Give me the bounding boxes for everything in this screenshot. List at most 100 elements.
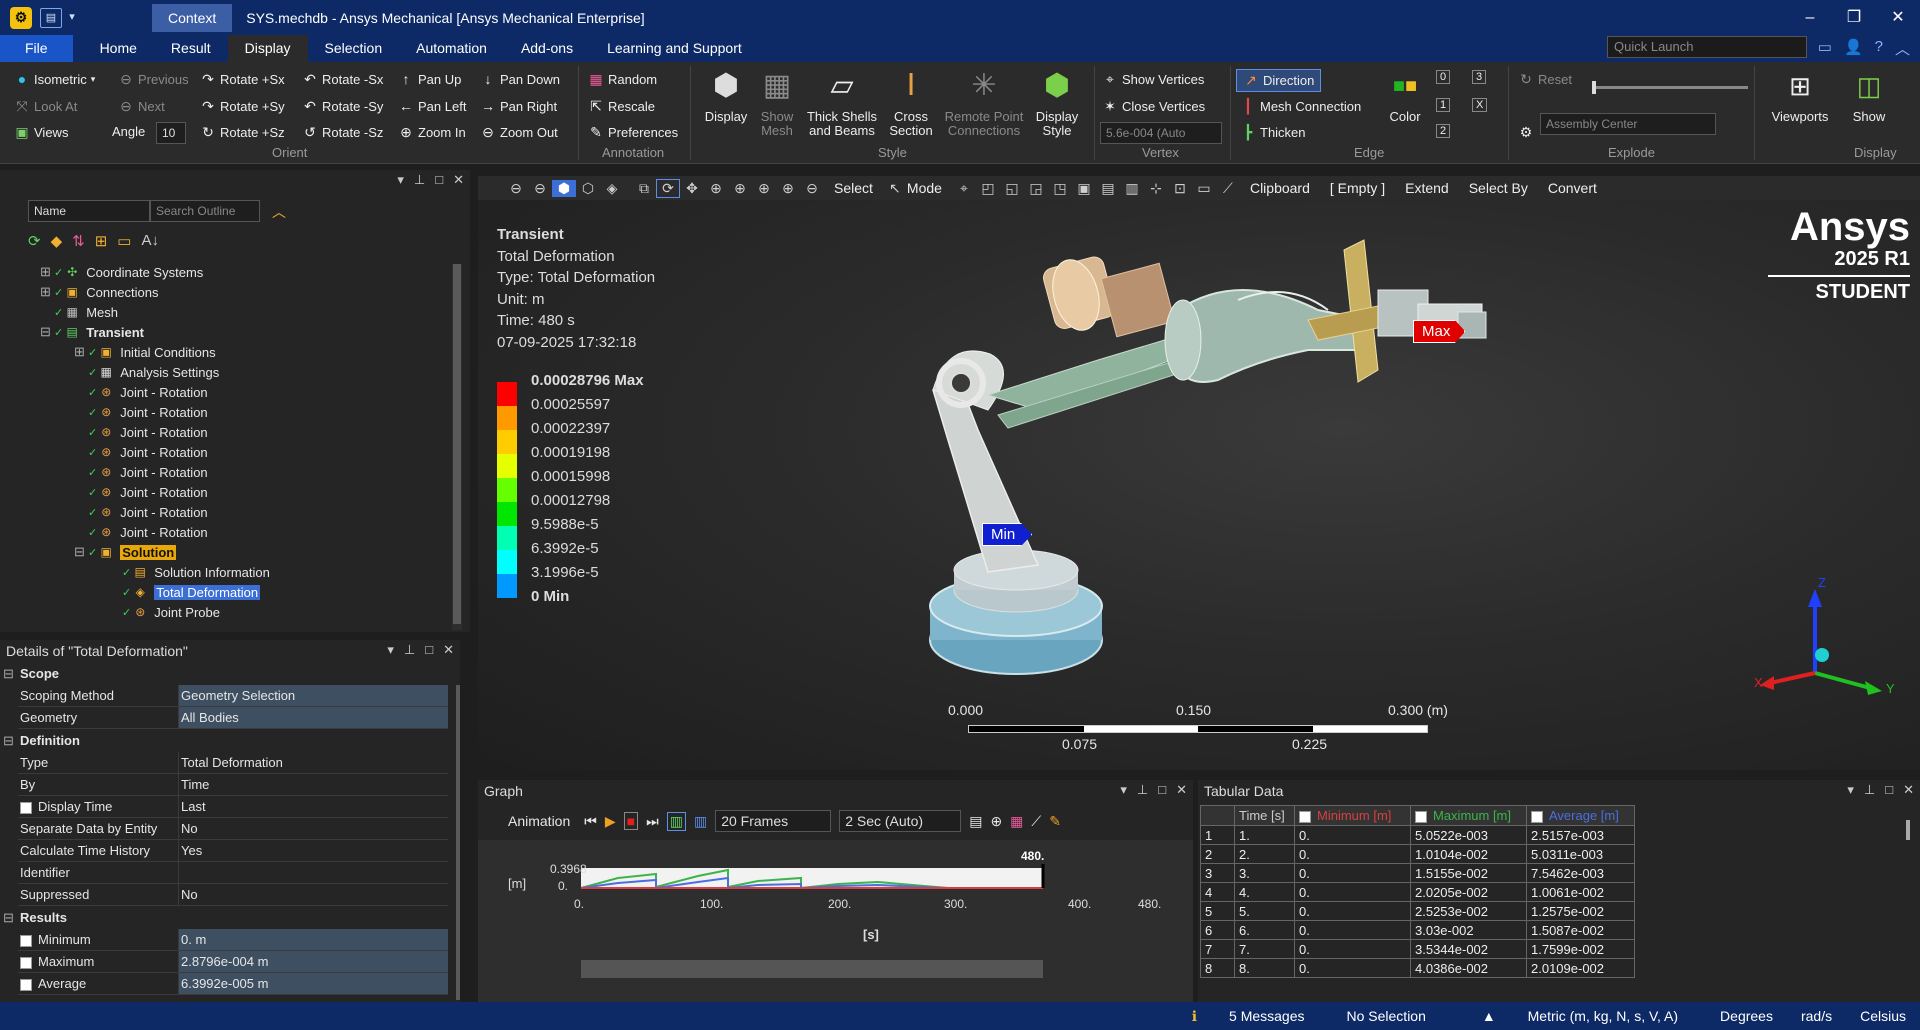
results-section[interactable]: Results — [0, 907, 450, 929]
angle-input[interactable]: 10 — [156, 122, 186, 144]
rotate-mode-icon[interactable]: ⟳ — [656, 178, 680, 198]
detail-row-display-time[interactable]: Display Time Last — [0, 796, 450, 818]
detail-row-geometry[interactable]: Geometry All Bodies — [0, 707, 450, 729]
edge-color-button[interactable]: ■ ■ Color — [1384, 66, 1426, 124]
table-row[interactable]: 2 2. 0. 1.0104e-002 5.0311e-003 — [1200, 844, 1635, 864]
next-view-button[interactable]: ⊖ Next — [118, 98, 165, 115]
speed-select[interactable]: 2 Sec (Auto) — [839, 810, 962, 832]
look-at-button[interactable]: ⤧ Look At — [14, 98, 77, 115]
scope-section[interactable]: Scope — [0, 663, 450, 685]
edge-2-button[interactable]: 2 — [1436, 124, 1451, 138]
copy-view-icon[interactable]: ⧉ — [632, 180, 656, 197]
color-bars-icon[interactable]: ▦ — [1010, 813, 1023, 830]
sort-icon[interactable]: ⇅ — [72, 232, 85, 250]
isometric-button[interactable]: ● Isometric ▾ — [14, 71, 96, 87]
viewports-button[interactable]: ⊞ Viewports — [1762, 66, 1838, 124]
tree-item-coordinate-systems[interactable]: ⊞ ✓ ✣ Coordinate Systems — [40, 262, 270, 282]
zoom-icon[interactable]: ⊕ — [704, 180, 728, 197]
tab-display[interactable]: Display — [227, 35, 308, 62]
thicken-button[interactable]: ┣ Thicken — [1240, 124, 1306, 141]
zoom-out-button[interactable]: ⊖ Zoom Out — [480, 124, 558, 141]
explode-slider[interactable] — [1592, 81, 1748, 94]
select-by-dropdown[interactable]: Select By — [1469, 180, 1528, 196]
edge-0-button[interactable]: 0 — [1436, 70, 1451, 84]
close-icon[interactable]: ✕ — [1176, 782, 1187, 798]
tab-selection[interactable]: Selection — [308, 35, 400, 62]
tree-item-joint-rotation[interactable]: ✓ ⊛ Joint - Rotation — [74, 422, 270, 442]
select-vertex-icon[interactable]: ⌖ — [952, 180, 976, 197]
clipboard-dropdown[interactable]: Clipboard — [1250, 180, 1310, 196]
pencil-icon[interactable]: ✎ — [1049, 813, 1061, 830]
select-element-icon[interactable]: ▤ — [1096, 180, 1120, 197]
direction-button[interactable]: ↗ Direction — [1236, 69, 1322, 92]
box-zoom-icon[interactable]: ⊕ — [728, 180, 752, 197]
zoom-to-fit-icon[interactable]: ⊕ — [752, 180, 776, 197]
tree-item-solution-information[interactable]: ✓ ▤ Solution Information — [108, 562, 270, 582]
table-row[interactable]: 7 7. 0. 3.5344e-002 1.7599e-002 — [1200, 939, 1635, 959]
tree-item-joint-rotation[interactable]: ✓ ⊛ Joint - Rotation — [74, 502, 270, 522]
select-node-icon[interactable]: ◳ — [1048, 180, 1072, 197]
views-button[interactable]: ▣ Views — [14, 124, 68, 141]
tab-result[interactable]: Result — [154, 35, 228, 62]
restore-button[interactable]: ❐ — [1832, 0, 1876, 35]
user-icon[interactable]: 👤 — [1844, 38, 1863, 59]
axis-triad[interactable]: Z Y X — [1750, 575, 1900, 705]
tab-file[interactable]: File — [0, 35, 73, 62]
tree-item-analysis-settings[interactable]: ✓ ▦ Analysis Settings — [74, 362, 270, 382]
random-colors-button[interactable]: ▦ Random — [588, 71, 657, 88]
thick-shells-button[interactable]: ▱ Thick Shells and Beams — [802, 66, 882, 138]
save-icon[interactable]: ▤ — [40, 7, 62, 28]
zoom-fit-icon[interactable]: ⊖ — [528, 180, 552, 197]
refresh-icon[interactable]: ⟳ — [28, 232, 41, 250]
select-face-icon[interactable]: ◱ — [1000, 180, 1024, 197]
show-mesh-button[interactable]: ▦ Show Mesh — [752, 66, 802, 138]
average-checkbox[interactable] — [20, 978, 32, 991]
detail-row-suppressed[interactable]: Suppressed No — [0, 884, 450, 906]
collapse-up-icon[interactable]: ︿ — [272, 202, 286, 222]
label-icon[interactable]: ⊡ — [1168, 180, 1192, 197]
maximize-icon[interactable]: □ — [1885, 782, 1893, 798]
extend-dropdown[interactable]: Extend — [1405, 180, 1449, 196]
tree-item-joint-rotation[interactable]: ✓ ⊛ Joint - Rotation — [74, 442, 270, 462]
select-mode-dropdown[interactable]: Mode — [907, 180, 942, 196]
maximize-icon[interactable]: □ — [1158, 782, 1166, 798]
tree-item-initial-conditions[interactable]: ⊞ ✓ ▣ Initial Conditions — [74, 342, 270, 362]
zoom-in-button[interactable]: ⊕ Zoom In — [398, 124, 466, 141]
rescale-button[interactable]: ⇱ Rescale — [588, 98, 655, 115]
tree-item-connections[interactable]: ⊞ ✓ ▣ Connections — [40, 282, 270, 302]
explode-reset-button[interactable]: ↻ Reset — [1518, 71, 1572, 88]
tree-item-mesh[interactable]: ✓ ▦ Mesh — [40, 302, 270, 322]
pan-left-button[interactable]: ← Pan Left — [398, 98, 466, 114]
table-row[interactable]: 1 1. 0. 5.0522e-003 2.5157e-003 — [1200, 825, 1635, 845]
close-icon[interactable]: ✕ — [1903, 782, 1914, 798]
tree-item-solution[interactable]: ⊟ ✓ ▣ Solution — [74, 542, 270, 562]
show-vertices-button[interactable]: ⌖ Show Vertices — [1102, 71, 1204, 88]
table-row[interactable]: 5 5. 0. 2.5253e-002 1.2575e-002 — [1200, 901, 1635, 921]
pan-icon[interactable]: ✥ — [680, 180, 704, 197]
pin-icon[interactable]: ⊥ — [414, 172, 425, 188]
tab-home[interactable]: Home — [83, 35, 154, 62]
tabular-scrollbar[interactable] — [1906, 820, 1910, 840]
previous-view-button[interactable]: ⊖ Previous — [118, 71, 188, 88]
pin-icon[interactable]: ⊥ — [1864, 782, 1875, 798]
detail-row-type[interactable]: Type Total Deformation — [0, 752, 450, 774]
collapse-ribbon-icon[interactable]: ︿ — [1895, 38, 1910, 59]
select-body-icon[interactable]: ◲ — [1024, 180, 1048, 197]
quick-access-dropdown-icon[interactable]: ▾ — [66, 8, 78, 28]
rotate-plus-sy-button[interactable]: ↷ Rotate +Sy — [200, 98, 285, 115]
vertex-tolerance-input[interactable]: 5.6e-004 (Auto — [1100, 122, 1222, 144]
rotate-minus-sz-button[interactable]: ↺ Rotate -Sz — [302, 124, 383, 141]
pan-down-button[interactable]: ↓ Pan Down — [480, 71, 560, 87]
edge-x-button[interactable]: X — [1472, 98, 1488, 112]
tab-learning-support[interactable]: Learning and Support — [590, 35, 759, 62]
preferences-button[interactable]: ✎ Preferences — [588, 124, 678, 141]
quick-launch-input[interactable]: Quick Launch — [1607, 36, 1807, 58]
pane-menu-icon[interactable]: ▾ — [397, 172, 404, 188]
detail-row-scoping-method[interactable]: Scoping Method Geometry Selection — [0, 685, 450, 707]
table-row[interactable]: 4 4. 0. 2.0205e-002 1.0061e-002 — [1200, 882, 1635, 902]
unit-system-status[interactable]: ▲ Metric (m, kg, N, s, V, A) — [1454, 1008, 1692, 1024]
last-frame-icon[interactable]: ⏭ — [646, 813, 659, 830]
ansys-app-icon[interactable]: ⚙ — [10, 6, 32, 29]
messages-status[interactable]: ℹ 5 Messages — [1164, 1008, 1319, 1025]
detail-row-identifier[interactable]: Identifier — [0, 862, 450, 884]
